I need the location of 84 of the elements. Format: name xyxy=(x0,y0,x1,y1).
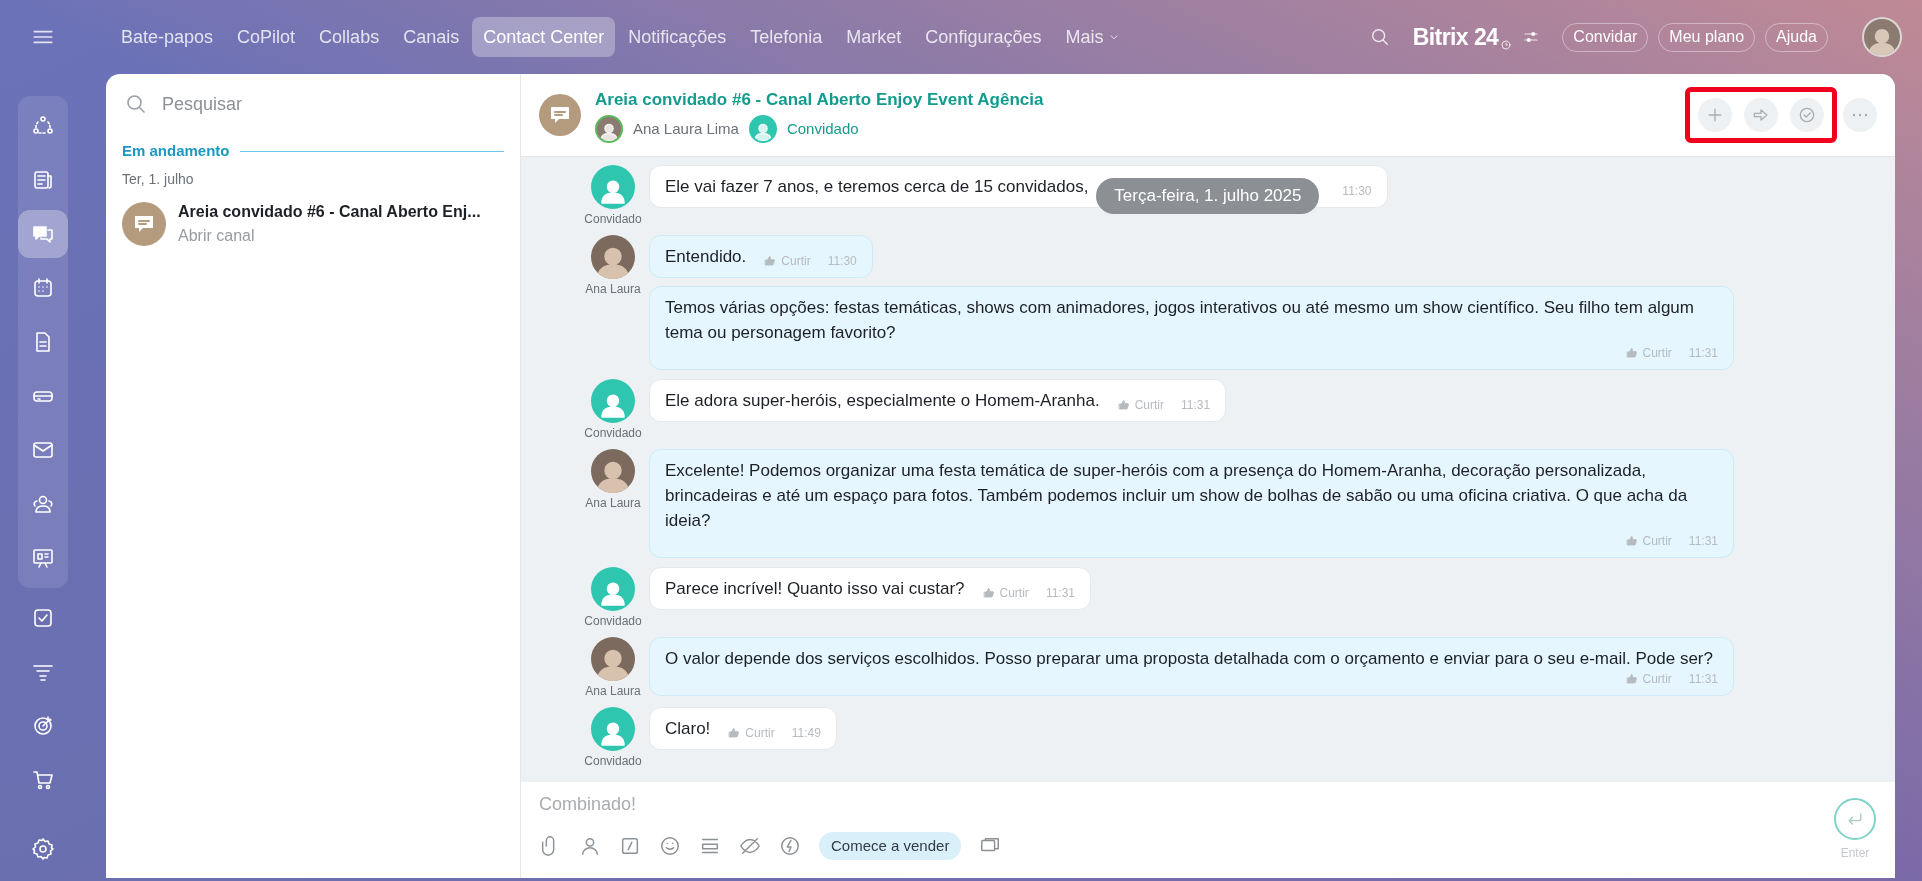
clock-icon xyxy=(1500,39,1513,51)
thumbs-up-icon xyxy=(1625,347,1638,359)
like-link[interactable]: Curtir xyxy=(1642,533,1672,549)
target-icon xyxy=(31,714,55,738)
finish-button[interactable] xyxy=(1790,98,1824,132)
message-text: Parece incrível! Quanto isso vai custar? xyxy=(665,578,965,600)
message-time: 11:31 xyxy=(1045,585,1075,601)
more-icon xyxy=(1852,113,1868,117)
nav-tab[interactable]: Canais xyxy=(392,17,471,57)
chat-title: Areia convidado #6 - Canal Aberto Enj... xyxy=(178,201,481,222)
like-link[interactable]: Curtir xyxy=(1642,345,1672,361)
author-label: Ana Laura xyxy=(585,282,641,296)
author-label: Convidado xyxy=(584,212,642,226)
thumbs-up-icon xyxy=(764,255,777,267)
nav-tab[interactable]: Configurações xyxy=(914,17,1053,57)
smile-icon[interactable] xyxy=(659,835,681,857)
settings-icon xyxy=(31,837,55,861)
section-heading: Em andamento xyxy=(122,141,230,161)
message-text: Claro! xyxy=(665,718,711,740)
author-label: Convidado xyxy=(584,754,642,768)
sell-button[interactable]: Comece a vender xyxy=(819,832,962,860)
send-button[interactable] xyxy=(1834,798,1876,840)
chat-subtitle: Abrir canal xyxy=(178,225,256,246)
nav-tab[interactable]: Collabs xyxy=(308,17,391,57)
like-link[interactable]: Curtir xyxy=(1134,397,1164,413)
nav-tab[interactable]: Notificações xyxy=(617,17,738,57)
message-text: O valor depende dos serviços escolhidos. Posso preparar uma proposta detalhada com o orçamento e enviar para o seu e-mail. Pode ser? xyxy=(665,648,1713,670)
chat-list-item[interactable]: Areia convidado #6 - Canal Aberto Enj... Abrir canal xyxy=(106,193,520,254)
member-name: Ana Laura Lima xyxy=(633,118,739,139)
like-link[interactable]: Curtir xyxy=(745,725,775,741)
author-label: Convidado xyxy=(584,426,642,440)
search-field[interactable]: Pesquisar xyxy=(162,90,502,118)
message-text: Excelente! Podemos organizar uma festa temática de super-heróis com a presença do Homem-Aranha, decoração personalizada, brincadeiras e até um espaço para fotos. Também podemos incluir um show de bolhas de sabão ou uma oficina criativa. O que acha da ideia? xyxy=(665,460,1689,532)
forward-button[interactable] xyxy=(1744,98,1778,132)
thumbs-up-icon xyxy=(728,727,741,739)
message-composer[interactable]: Combinado! Comece a vender Enter xyxy=(521,782,1895,878)
send-hint: Enter xyxy=(1840,845,1870,862)
date-badge: Terça-feira, 1. julho 2025 xyxy=(1096,178,1320,214)
message-input[interactable]: Combinado! xyxy=(539,788,1797,820)
search-icon xyxy=(124,92,148,116)
rail-button[interactable] xyxy=(18,210,68,258)
author-label: Ana Laura xyxy=(585,684,641,698)
message-text: Temos várias opções: festas temáticas, shows com animadores, jogos interativos ou até mesmo um show científico. Seu filho tem algum tema ou personagem favorito? xyxy=(665,297,1695,344)
member-name: Convidado xyxy=(786,118,859,139)
like-link[interactable]: Curtir xyxy=(999,585,1029,601)
message-time: 11:31 xyxy=(1688,533,1718,549)
lightning-icon[interactable] xyxy=(779,835,801,857)
nav-tab[interactable]: Contact Center xyxy=(472,17,616,57)
checkbox-icon xyxy=(31,606,55,630)
nav-tab[interactable]: CoPilot xyxy=(226,17,307,57)
message-time: 11:30 xyxy=(827,253,857,269)
nav-tab[interactable]: Market xyxy=(835,17,913,57)
message-time: 11:31 xyxy=(1181,397,1211,413)
date-label: Ter, 1. julho xyxy=(121,169,195,189)
nav-tab[interactable]: Bate-papos xyxy=(110,17,225,57)
newspaper-icon xyxy=(31,168,55,192)
thumbs-up-icon xyxy=(982,587,995,599)
author-label: Convidado xyxy=(584,614,642,628)
check-circle-icon xyxy=(1797,105,1817,125)
nav-tab[interactable]: Mais xyxy=(1054,17,1133,57)
thumbs-up-icon xyxy=(1625,673,1638,685)
thumbs-up-icon xyxy=(1625,535,1638,547)
cart-icon xyxy=(31,768,55,792)
eye-off-icon[interactable] xyxy=(739,835,761,857)
logo: Bitrix 24 xyxy=(1412,22,1499,52)
message-time: 11:30 xyxy=(1342,183,1372,199)
author-label: Ana Laura xyxy=(585,496,641,510)
calendar-icon xyxy=(31,276,55,300)
like-link[interactable]: Curtir xyxy=(781,253,811,269)
slash-square-icon[interactable] xyxy=(619,835,641,857)
thumbs-up-icon xyxy=(1117,399,1130,411)
like-link[interactable]: Curtir xyxy=(1642,671,1672,687)
message-time: 11:49 xyxy=(791,725,821,741)
nav-tab[interactable]: Telefonia xyxy=(739,17,834,57)
message-text: Ele vai fazer 7 anos, e teremos cerca de 15 convidados, xyxy=(665,176,1089,198)
user-icon[interactable] xyxy=(579,835,601,857)
add-button[interactable] xyxy=(1698,98,1732,132)
message-text: Ele adora super-heróis, especialmente o Homem-Aranha. xyxy=(665,390,1100,412)
message-time: 11:31 xyxy=(1688,671,1718,687)
chat-title[interactable]: Areia convidado #6 - Canal Aberto Enjoy Event Agência xyxy=(595,87,1044,113)
message-text: Entendido. xyxy=(665,246,747,268)
message-time: 11:31 xyxy=(1688,345,1718,361)
user-avatar[interactable] xyxy=(1862,17,1902,57)
presentation-icon xyxy=(31,546,55,570)
